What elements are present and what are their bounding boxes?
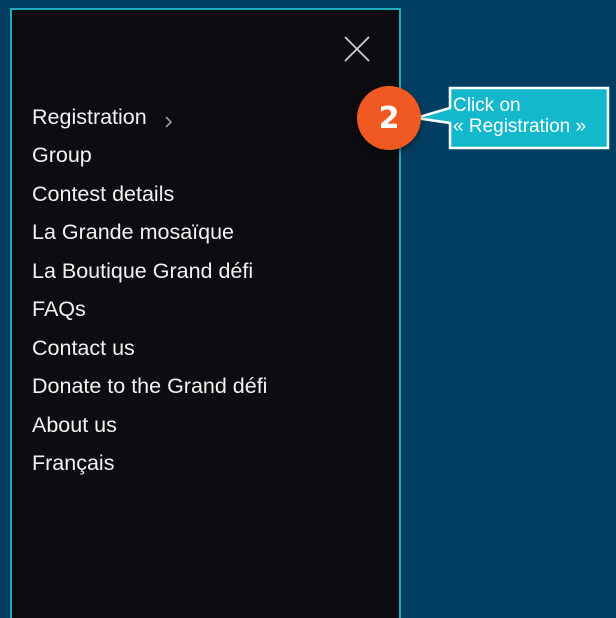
menu-item-label: Donate to the Grand défi bbox=[32, 374, 268, 399]
close-icon[interactable] bbox=[343, 35, 371, 63]
menu-item-faqs[interactable]: FAQs bbox=[32, 291, 267, 330]
menu-item-label: Registration bbox=[32, 104, 147, 129]
menu-item-label: La Boutique Grand défi bbox=[32, 258, 254, 283]
callout-line-1: Click on bbox=[453, 95, 521, 116]
menu-item-label: Français bbox=[32, 451, 115, 476]
menu-item-contact-us[interactable]: Contact us bbox=[32, 329, 267, 368]
menu-item-group[interactable]: Group bbox=[32, 137, 267, 176]
menu-item-donate[interactable]: Donate to the Grand défi bbox=[32, 368, 267, 407]
navigation-menu-panel: Registration Group Contest details La Gr… bbox=[10, 8, 401, 618]
menu-item-boutique[interactable]: La Boutique Grand défi bbox=[32, 252, 267, 291]
menu-list: Registration Group Contest details La Gr… bbox=[32, 98, 267, 483]
callout-text: Click on « Registration » bbox=[453, 95, 613, 137]
menu-item-label: La Grande mosaïque bbox=[32, 220, 234, 245]
callout-line-2: « Registration » bbox=[453, 116, 587, 137]
menu-item-label: About us bbox=[32, 412, 117, 437]
chevron-right-icon bbox=[164, 110, 174, 128]
menu-item-language-francais[interactable]: Français bbox=[32, 445, 267, 484]
menu-item-label: Group bbox=[32, 143, 92, 168]
menu-item-about-us[interactable]: About us bbox=[32, 406, 267, 445]
menu-item-registration[interactable]: Registration bbox=[32, 98, 267, 137]
menu-item-label: FAQs bbox=[32, 297, 86, 322]
menu-item-label: Contest details bbox=[32, 181, 175, 206]
menu-item-contest-details[interactable]: Contest details bbox=[32, 175, 267, 214]
step-number-badge: 2 bbox=[357, 86, 421, 150]
menu-item-label: Contact us bbox=[32, 335, 135, 360]
screen-background: Registration Group Contest details La Gr… bbox=[0, 0, 616, 618]
menu-item-grande-mosaique[interactable]: La Grande mosaïque bbox=[32, 214, 267, 253]
